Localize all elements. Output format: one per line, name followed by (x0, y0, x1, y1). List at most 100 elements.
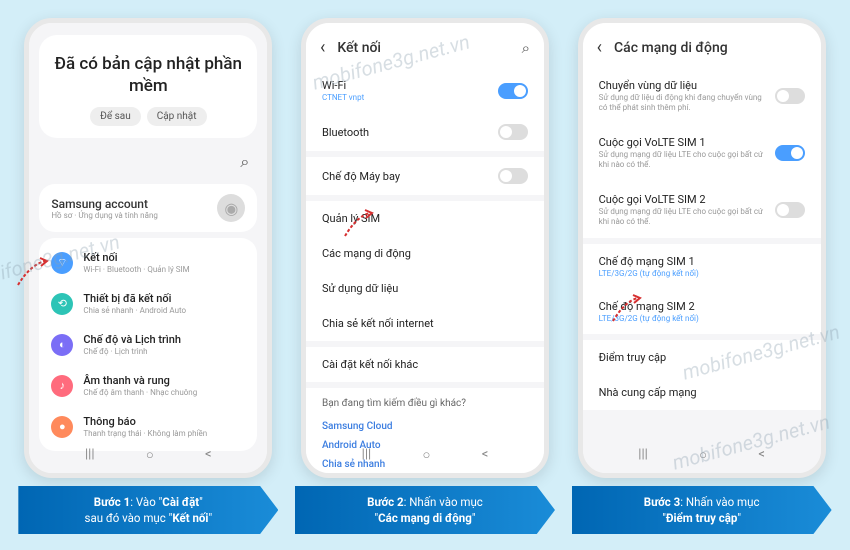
item-icon: ● (51, 416, 73, 438)
other-label: Cài đặt kết nối khác (322, 358, 418, 371)
nav-bar: ||| ○ < (306, 441, 544, 469)
suggest-link[interactable]: Samsung Cloud (322, 417, 528, 436)
toggle[interactable] (498, 124, 528, 140)
item-title: Kết nối (83, 251, 189, 264)
sim2-mode-sub: LTE/3G/2G (tự động kết nối) (599, 314, 699, 323)
settings-list: ⌔ Kết nốiWi-Fi · Bluetooth · Quản lý SIM ⟲… (39, 238, 257, 451)
settings-screen: Đã có bản cập nhật phần mềm Để sau Cập n… (29, 23, 267, 473)
caption-step-3: Bước 3: Nhấn vào mục"Điểm truy cập" (572, 486, 832, 534)
later-button[interactable]: Để sau (90, 107, 141, 126)
item-title: Chế độ và Lịch trình (83, 333, 181, 346)
item-sub: Chế độ · Lịch trình (83, 347, 181, 356)
row-title: Cuộc gọi VoLTE SIM 2 (599, 193, 767, 206)
suggest-title: Bạn đang tìm kiếm điều gì khác? (322, 398, 528, 409)
airplane-toggle[interactable] (498, 168, 528, 184)
update-button[interactable]: Cập nhật (147, 107, 207, 126)
row-title: Quản lý SIM (322, 212, 380, 225)
row-title: Chia sẻ kết nối internet (322, 317, 434, 330)
row-sub: CTNET vnpt (322, 93, 364, 102)
page-title: Kết nối (337, 40, 521, 56)
search-icon[interactable]: ⌕ (522, 39, 530, 57)
nav-back[interactable]: < (205, 447, 212, 463)
toggle[interactable] (498, 83, 528, 99)
airplane-label: Chế độ Máy bay (322, 170, 400, 183)
connection-row[interactable]: Bluetooth (306, 113, 544, 151)
avatar: ◉ (217, 194, 245, 222)
settings-item[interactable]: ♪ Âm thanh và rungChế độ âm thanh · Nhạc … (39, 365, 257, 406)
caption-step-2: Bước 2: Nhấn vào mục"Các mạng di động" (295, 486, 555, 534)
row-title: Bluetooth (322, 126, 369, 139)
nav-recent[interactable]: ||| (85, 447, 95, 463)
row-title: Sử dụng dữ liệu (322, 282, 398, 295)
sim1-mode-row[interactable]: Chế độ mạng SIM 1LTE/3G/2G (tự động kết … (583, 244, 821, 289)
network-row[interactable]: Cuộc gọi VoLTE SIM 2Sử dụng mạng dữ liệu… (583, 182, 821, 239)
page-title: Các mạng di động (614, 40, 807, 56)
settings-item[interactable]: ⟲ Thiết bị đã kết nốiChia sẻ nhanh · Andr… (39, 283, 257, 324)
search-icon[interactable]: ⌕ (240, 152, 249, 172)
account-title: Samsung account (51, 197, 158, 211)
item-icon: ⟲ (51, 293, 73, 315)
row-sub: Sử dụng mạng dữ liệu LTE cho cuộc gọi bấ… (599, 150, 767, 171)
item-icon: ◐ (51, 334, 73, 356)
header: ‹ Các mạng di động (583, 23, 821, 68)
connection-row[interactable]: Các mạng di động (306, 236, 544, 271)
connection-row[interactable]: Quản lý SIM (306, 201, 544, 236)
account-sub: Hồ sơ · Ứng dụng và tính năng (51, 211, 158, 220)
caption-step-1: Bước 1: Vào "Cài đặt"sau đó vào mục "Kết… (18, 486, 278, 534)
apn-row[interactable]: Điểm truy cập (583, 340, 821, 375)
sim2-mode-row[interactable]: Chế độ mạng SIM 2LTE/3G/2G (tự động kết … (583, 289, 821, 334)
nav-home[interactable]: ○ (699, 447, 707, 463)
back-icon[interactable]: ‹ (597, 37, 602, 58)
nav-back[interactable]: < (482, 447, 489, 463)
row-sub: Sử dụng mạng dữ liệu LTE cho cuộc gọi bấ… (599, 207, 767, 228)
sim2-mode-title: Chế độ mạng SIM 2 (599, 300, 699, 313)
carrier-label: Nhà cung cấp mạng (599, 386, 697, 399)
toggle[interactable] (775, 145, 805, 161)
phone-frame-1: Đã có bản cập nhật phần mềm Để sau Cập n… (24, 18, 272, 478)
nav-bar: ||| ○ < (29, 441, 267, 469)
row-title: Cuộc gọi VoLTE SIM 1 (599, 136, 767, 149)
nav-recent[interactable]: ||| (362, 447, 372, 463)
row-sub: Sử dụng dữ liệu di động khi đang chuyển … (599, 93, 767, 114)
item-icon: ⌔ (51, 252, 73, 274)
header: ‹ Kết nối ⌕ (306, 23, 544, 68)
phone-frame-3: ‹ Các mạng di động Chuyển vùng dữ liệuSử… (578, 18, 826, 478)
connection-row[interactable]: Chia sẻ kết nối internet (306, 306, 544, 341)
item-sub: Chế độ âm thanh · Nhạc chuông (83, 388, 197, 397)
airplane-mode-row[interactable]: Chế độ Máy bay (306, 157, 544, 195)
nav-home[interactable]: ○ (146, 447, 154, 463)
settings-item[interactable]: ⌔ Kết nốiWi-Fi · Bluetooth · Quản lý SIM (39, 242, 257, 283)
item-title: Thông báo (83, 415, 207, 428)
connections-screen: ‹ Kết nối ⌕ Wi-FiCTNET vnpt Bluetooth Chế… (306, 23, 544, 473)
other-settings-row[interactable]: Cài đặt kết nối khác (306, 347, 544, 382)
connection-row[interactable]: Wi-FiCTNET vnpt (306, 68, 544, 113)
nav-home[interactable]: ○ (423, 447, 431, 463)
item-sub: Thanh trạng thái · Không làm phiền (83, 429, 207, 438)
network-row[interactable]: Cuộc gọi VoLTE SIM 1Sử dụng mạng dữ liệu… (583, 125, 821, 182)
nav-back[interactable]: < (758, 447, 765, 463)
sim1-mode-sub: LTE/3G/2G (tự động kết nối) (599, 269, 699, 278)
row-title: Wi-Fi (322, 79, 364, 92)
samsung-account-row[interactable]: Samsung accountHồ sơ · Ứng dụng và tính … (39, 184, 257, 232)
item-title: Thiết bị đã kết nối (83, 292, 186, 305)
item-sub: Wi-Fi · Bluetooth · Quản lý SIM (83, 265, 189, 274)
nav-recent[interactable]: ||| (638, 447, 648, 463)
carrier-row[interactable]: Nhà cung cấp mạng (583, 375, 821, 410)
item-sub: Chia sẻ nhanh · Android Auto (83, 306, 186, 315)
back-icon[interactable]: ‹ (320, 37, 325, 58)
nav-bar: ||| ○ < (583, 441, 821, 469)
row-title: Chuyển vùng dữ liệu (599, 79, 767, 92)
phone-frame-2: ‹ Kết nối ⌕ Wi-FiCTNET vnpt Bluetooth Chế… (301, 18, 549, 478)
row-title: Các mạng di động (322, 247, 411, 260)
apn-label: Điểm truy cập (599, 351, 667, 364)
settings-item[interactable]: ◐ Chế độ và Lịch trìnhChế độ · Lịch trình (39, 324, 257, 365)
network-row[interactable]: Chuyển vùng dữ liệuSử dụng dữ liệu di độ… (583, 68, 821, 125)
sim1-mode-title: Chế độ mạng SIM 1 (599, 255, 699, 268)
item-icon: ♪ (51, 375, 73, 397)
mobile-networks-screen: ‹ Các mạng di động Chuyển vùng dữ liệuSử… (583, 23, 821, 473)
software-update-banner: Đã có bản cập nhật phần mềm Để sau Cập n… (39, 35, 257, 138)
toggle[interactable] (775, 88, 805, 104)
item-title: Âm thanh và rung (83, 374, 197, 387)
connection-row[interactable]: Sử dụng dữ liệu (306, 271, 544, 306)
toggle[interactable] (775, 202, 805, 218)
